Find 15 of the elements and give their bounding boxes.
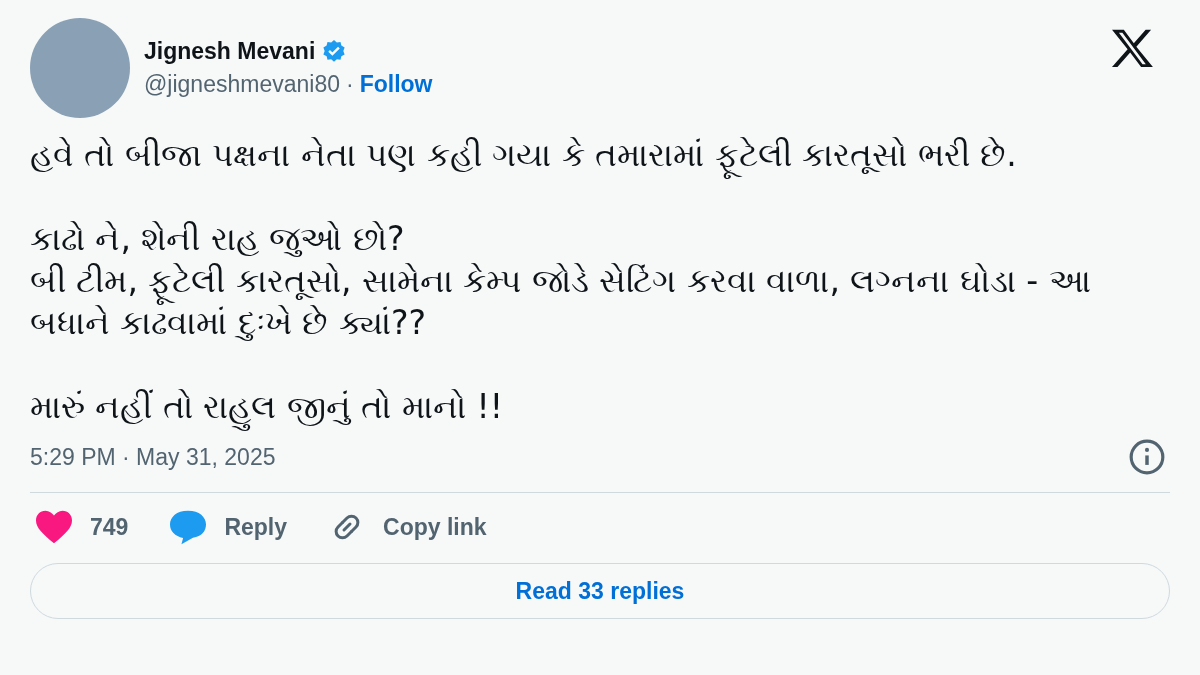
tweet-timestamp[interactable]: 5:29 PM · May 31, 2025 <box>30 443 276 471</box>
tweet-text: બી ટીમ, ફૂટેલી કારતૂસો, સામેના કેમ્પ જોડે સેટિંગ કરવા વાળા, લગ્નના ઘોડા - આ બધાને કાઢવામાં દુઃખે છે ક્યાં?? <box>30 260 1092 344</box>
speech-bubble-icon <box>168 509 209 545</box>
like-button[interactable]: 749 <box>34 509 129 545</box>
separator-dot: · <box>345 71 354 98</box>
follow-link[interactable]: Follow <box>359 71 433 98</box>
heart-icon <box>34 509 74 545</box>
reply-button[interactable]: Reply <box>168 509 287 545</box>
x-logo-icon[interactable] <box>1110 28 1154 68</box>
tweet-text: કાઢો ને, શેની રાહ જુઓ છો? <box>30 218 406 260</box>
copy-button[interactable]: Copy link <box>327 509 487 545</box>
author-name[interactable]: Jignesh Mevani <box>144 38 316 65</box>
read-replies-button[interactable]: Read 33 replies <box>30 563 1170 619</box>
info-icon[interactable] <box>1128 438 1166 476</box>
author-handle[interactable]: @jigneshmevani80 <box>144 71 340 98</box>
